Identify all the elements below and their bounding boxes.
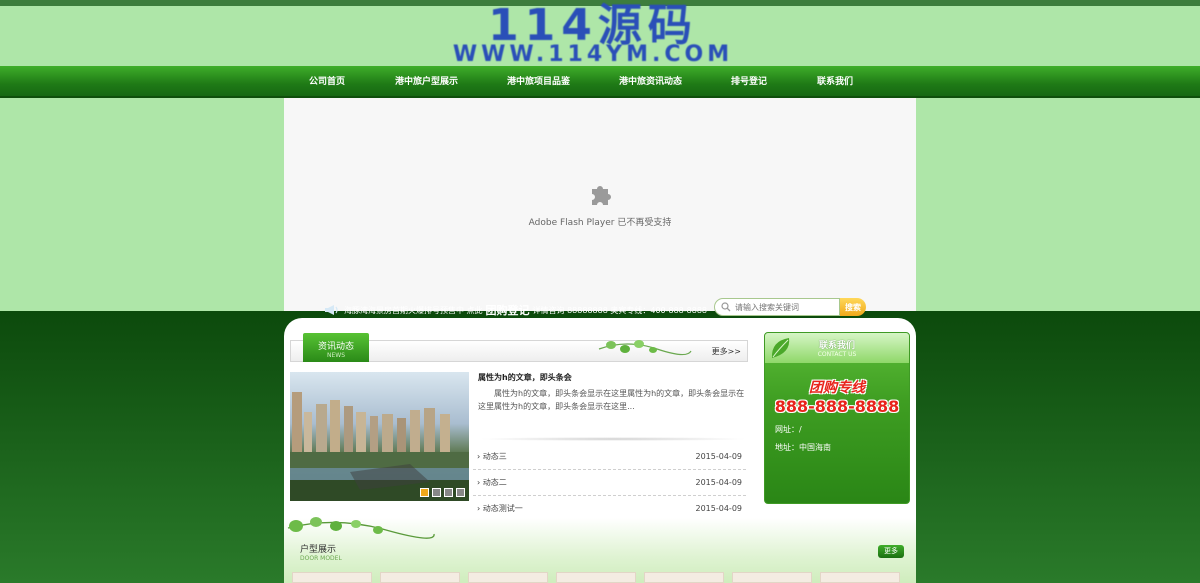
door-model-sublabel: DOOR MODEL: [300, 555, 342, 562]
headline-body: 属性为h的文章，即头条会显示在这里属性为h的文章，即头条会显示在这里属性为h的文…: [478, 389, 745, 411]
thumbnail[interactable]: [732, 572, 812, 583]
door-model-thumbnails: [292, 572, 900, 583]
nav-item-register[interactable]: 排号登记: [731, 66, 767, 98]
news-item-date: 2015-04-09: [695, 478, 743, 487]
door-model-title: 户型展示 DOOR MODEL: [300, 542, 342, 562]
hotline-label: 团购专线: [809, 380, 865, 396]
ticker-suffix: 详情咨询 88888888 奥宾专线：400-888-8888: [532, 305, 708, 315]
contact-url: 网址：/: [775, 425, 802, 434]
news-list: 动态三 2015-04-09 动态二 2015-04-09 动态测试一 2015…: [473, 444, 746, 522]
thumbnail[interactable]: [292, 572, 372, 583]
search-button[interactable]: 搜索: [840, 298, 866, 316]
search-icon: [721, 302, 731, 312]
news-slideshow-image[interactable]: [290, 372, 469, 501]
door-model-more-button[interactable]: 更多: [878, 545, 904, 558]
ticker-text: 海豚湾海景房首期火爆排号预售中 点此 团购登记 详情咨询 88888888 奥宾…: [324, 301, 707, 319]
contact-panel: 联系我们 CONTACT US 团购专线 888-888-8888 网址：/ 地…: [764, 332, 910, 504]
megaphone-icon: [325, 305, 338, 315]
news-item-title[interactable]: 动态二: [477, 477, 507, 488]
list-item[interactable]: 动态二 2015-04-09: [473, 470, 746, 496]
news-more-link[interactable]: 更多>>: [712, 346, 741, 357]
vine-decoration: [287, 517, 435, 539]
search-box: 搜索: [714, 298, 866, 316]
ticker-prefix: 海豚湾海景房首期火爆排号预售中 点此: [344, 305, 483, 315]
door-model-label: 户型展示: [300, 545, 337, 555]
slide-dot-1[interactable]: [420, 488, 429, 497]
thumbnail[interactable]: [820, 572, 900, 583]
leaf-icon: [771, 338, 790, 358]
news-item-title[interactable]: 动态测试一: [477, 503, 523, 514]
nav-item-home[interactable]: 公司首页: [309, 66, 345, 98]
search-input[interactable]: [714, 298, 840, 316]
site-logo[interactable]: 114源码 WWW.114YM.COM: [296, 0, 890, 67]
headline-title[interactable]: 属性为h的文章，即头条会: [478, 372, 748, 383]
slide-dot-4[interactable]: [456, 488, 465, 497]
logo-text: 114源码: [488, 0, 698, 51]
thumbnail[interactable]: [556, 572, 636, 583]
news-section: 资讯动态 NEWS 更多>> 属性为h的文章，即头条会 属性为h的文章，即头条会…: [290, 332, 748, 532]
contact-address: 地址：中国海南: [775, 443, 831, 452]
slide-dot-3[interactable]: [444, 488, 453, 497]
door-model-section: 户型展示 DOOR MODEL 更多: [284, 517, 916, 583]
group-buy-link[interactable]: 团购登记: [486, 302, 530, 318]
flash-placeholder: Adobe Flash Player 已不再受支持: [284, 98, 916, 311]
news-tab-label: 资讯动态: [317, 342, 354, 352]
puzzle-icon: [592, 186, 611, 205]
thumbnail[interactable]: [468, 572, 548, 583]
vine-decoration: [598, 340, 692, 356]
flash-message: Adobe Flash Player 已不再受支持: [528, 218, 672, 228]
headline-article: 属性为h的文章，即头条会 属性为h的文章，即头条会显示在这里属性为h的文章，即头…: [478, 372, 748, 413]
tab-news[interactable]: 资讯动态 NEWS: [303, 333, 369, 362]
news-item-title[interactable]: 动态三: [477, 451, 507, 462]
thumbnail[interactable]: [644, 572, 724, 583]
news-item-date: 2015-04-09: [695, 504, 743, 513]
contact-header: 联系我们 CONTACT US: [765, 333, 909, 363]
main-content: 资讯动态 NEWS 更多>> 属性为h的文章，即头条会 属性为h的文章，即头条会…: [284, 318, 916, 583]
slide-dot-2[interactable]: [432, 488, 441, 497]
slideshow-dots: [420, 488, 465, 497]
nav-item-contact[interactable]: 联系我们: [817, 66, 853, 98]
news-tab-sublabel: NEWS: [326, 352, 346, 359]
nav-item-door-model[interactable]: 港中旅户型展示: [395, 66, 458, 98]
main-nav: 公司首页 港中旅户型展示 港中旅项目品鉴 港中旅资讯动态 排号登记 联系我们: [0, 66, 1200, 98]
hotline-number: 888-888-8888: [774, 397, 900, 416]
nav-item-projects[interactable]: 港中旅项目品鉴: [507, 66, 570, 98]
logo-url: WWW.114YM.COM: [452, 42, 734, 67]
city-buildings-image: [290, 392, 469, 501]
thumbnail[interactable]: [380, 572, 460, 583]
divider-shadow: [478, 437, 748, 441]
news-item-date: 2015-04-09: [695, 452, 743, 461]
nav-item-news[interactable]: 港中旅资讯动态: [619, 66, 682, 98]
list-item[interactable]: 动态三 2015-04-09: [473, 444, 746, 470]
news-header: 资讯动态 NEWS 更多>>: [290, 333, 748, 362]
